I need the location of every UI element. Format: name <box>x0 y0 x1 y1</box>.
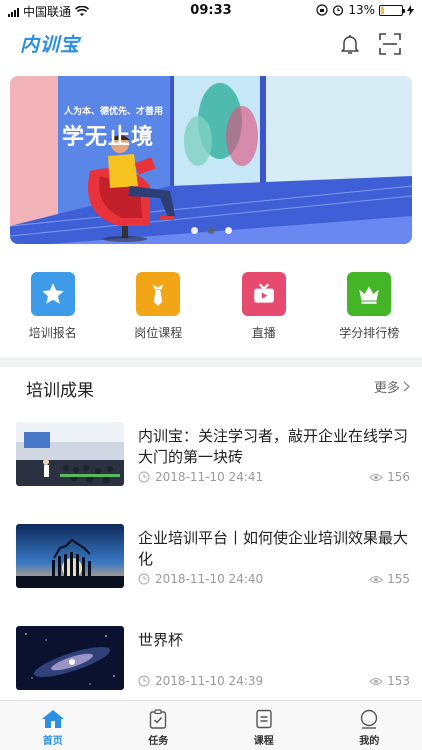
app-header: 内训宝 <box>0 22 422 66</box>
article-title: 企业培训平台丨如何使企业培训效果最大化 <box>138 529 409 568</box>
pager-dot[interactable] <box>224 227 232 234</box>
quick-nav-credit-ranking[interactable]: 学分排行榜 <box>317 272 422 352</box>
home-icon <box>41 710 64 728</box>
battery-icon <box>379 4 405 16</box>
article-meta: 2018-11-10 24:39 153 <box>138 674 410 688</box>
pager-dot[interactable] <box>207 227 215 234</box>
star-icon <box>41 283 64 304</box>
quick-nav-icon-box <box>347 272 392 316</box>
tab-home[interactable]: 首页 <box>0 701 106 750</box>
article-views: 155 <box>369 572 410 586</box>
app-logo: 内训宝 <box>20 34 81 56</box>
pager-dot[interactable] <box>190 227 198 234</box>
chevron-right-icon <box>403 381 410 392</box>
tab-label: 首页 <box>42 736 63 747</box>
article-views: 153 <box>369 674 410 688</box>
promo-banner[interactable]: 人为本、德优先、才善用 学无止境 <box>10 76 412 244</box>
article-item[interactable]: 内训宝：关注学习者，敲开企业在线学习大门的第一块砖 2018-11-10 24:… <box>0 422 422 492</box>
clock-icon <box>138 675 150 687</box>
article-meta: 2018-11-10 24:41 156 <box>138 470 410 484</box>
quick-nav-training-signup[interactable]: 培训报名 <box>0 272 106 352</box>
quick-nav-label: 岗位课程 <box>134 326 183 340</box>
article-date: 2018-11-10 24:41 <box>155 470 264 484</box>
charging-icon <box>407 4 414 16</box>
quick-nav-icon-box <box>136 272 181 316</box>
more-label: 更多 <box>373 381 400 396</box>
banner-tagline: 人为本、德优先、才善用 <box>64 107 164 117</box>
article-meta: 2018-11-10 24:40 155 <box>138 572 410 586</box>
article-thumbnail <box>16 524 124 588</box>
banner-headline: 学无止境 <box>62 125 155 150</box>
clock-icon <box>138 471 150 483</box>
quick-nav-position-courses[interactable]: 岗位课程 <box>106 272 212 352</box>
scan-icon[interactable] <box>378 32 402 56</box>
quick-nav-label: 学分排行榜 <box>339 326 400 340</box>
tab-courses[interactable]: 课程 <box>211 701 317 750</box>
quick-nav: 培训报名 岗位课程 直播 学分排行榜 <box>0 272 422 352</box>
article-date: 2018-11-10 24:40 <box>155 572 264 586</box>
eye-icon <box>369 677 383 685</box>
quick-nav-live[interactable]: 直播 <box>211 272 317 352</box>
tab-label: 任务 <box>148 736 169 747</box>
section-title: 培训成果 <box>26 381 94 401</box>
status-right: 13% <box>316 3 414 17</box>
banner-pager[interactable] <box>10 227 412 234</box>
banner-illustration <box>10 76 412 244</box>
orientation-lock-icon <box>316 4 328 16</box>
battery-percent: 13% <box>348 3 375 17</box>
quick-nav-label: 培训报名 <box>28 326 77 340</box>
tab-label: 我的 <box>359 736 380 747</box>
eye-icon <box>369 473 383 481</box>
article-views: 156 <box>369 470 410 484</box>
classroom-photo <box>16 422 124 486</box>
article-view-count: 155 <box>387 572 410 586</box>
task-icon <box>150 709 167 729</box>
section-divider <box>0 357 422 367</box>
alarm-icon <box>333 5 344 16</box>
article-view-count: 153 <box>387 674 410 688</box>
article-date: 2018-11-10 24:39 <box>155 674 264 688</box>
quick-nav-icon-box <box>241 272 286 316</box>
bottom-tab-bar: 首页 任务 课程 我的 <box>0 700 422 750</box>
galaxy-photo <box>16 626 124 690</box>
clock-icon <box>138 573 150 585</box>
course-icon <box>256 709 272 729</box>
team-sunset-photo <box>16 524 124 588</box>
article-title: 世界杯 <box>138 631 184 649</box>
tab-profile[interactable]: 我的 <box>317 701 422 750</box>
quick-nav-label: 直播 <box>251 326 276 340</box>
article-item[interactable]: 世界杯 2018-11-10 24:39 153 <box>0 626 422 696</box>
bell-icon[interactable] <box>338 32 362 56</box>
status-bar: 中国联通 09:33 13% <box>0 0 422 22</box>
profile-icon <box>361 709 378 729</box>
tie-icon <box>152 284 164 306</box>
eye-icon <box>369 575 383 583</box>
tv-icon <box>254 283 274 303</box>
article-view-count: 156 <box>387 470 410 484</box>
crown-icon <box>359 286 379 304</box>
article-thumbnail <box>16 626 124 690</box>
article-thumbnail <box>16 422 124 486</box>
quick-nav-icon-box <box>30 272 75 316</box>
tab-tasks[interactable]: 任务 <box>106 701 212 750</box>
tab-label: 课程 <box>253 736 274 747</box>
more-link[interactable]: 更多 <box>374 377 410 396</box>
article-item[interactable]: 企业培训平台丨如何使企业培训效果最大化 2018-11-10 24:40 155 <box>0 524 422 594</box>
article-title: 内训宝：关注学习者，敲开企业在线学习大门的第一块砖 <box>138 427 409 466</box>
